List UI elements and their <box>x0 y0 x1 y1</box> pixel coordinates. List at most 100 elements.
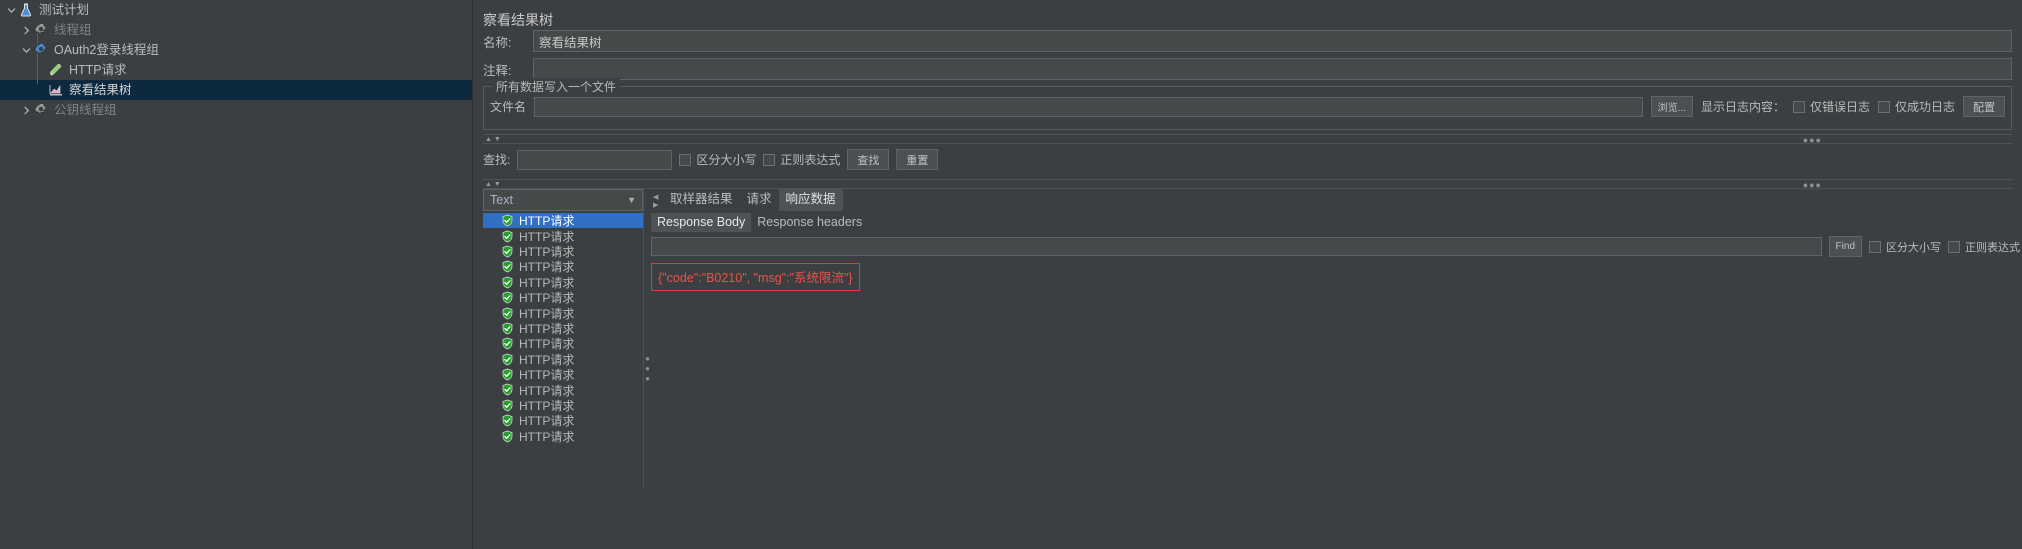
response-find-button[interactable]: Find <box>1828 236 1862 257</box>
name-input[interactable] <box>533 30 2012 52</box>
write-all-data-to-file-group: 所有数据写入一个文件 文件名 浏览... 显示日志内容： 仅错误日志 仅成功日志… <box>483 78 2012 130</box>
checkbox-box-icon[interactable] <box>679 153 692 166</box>
success-only-checkbox[interactable]: 仅成功日志 <box>1877 98 1955 115</box>
result-list-item[interactable]: HTTP请求 <box>483 367 643 382</box>
tree-item-2[interactable]: OAuth2登录线程组 <box>0 40 472 60</box>
result-list-item[interactable]: HTTP请求 <box>483 398 643 413</box>
result-list-item[interactable]: HTTP请求 <box>483 413 643 428</box>
results-right-column: ◀ ▶ 取样器结果 请求 响应数据 Response Body Response hea… <box>651 185 2022 489</box>
splitter-handle-dots-icon[interactable]: ●●● <box>1803 181 1822 190</box>
vertical-splitter[interactable]: ●●● <box>643 189 652 489</box>
search-regex-checkbox[interactable]: 正则表达式 <box>763 151 840 168</box>
test-plan-tree-panel[interactable]: 测试计划线程组 OAuth2登录线程组 HTTP请求 察看结果树公钥线程组 <box>0 0 473 549</box>
result-list-item[interactable]: HTTP请求 <box>483 336 643 351</box>
success-shield-icon <box>501 399 514 412</box>
success-shield-icon <box>501 245 514 258</box>
tab-scroll-arrows-icon[interactable]: ◀ ▶ <box>653 189 663 211</box>
tree-item-1[interactable]: 线程组 <box>0 20 472 40</box>
result-list-item[interactable]: HTTP请求 <box>483 382 643 398</box>
search-case-sensitive-checkbox[interactable]: 区分大小写 <box>679 151 756 168</box>
group-top-border <box>484 86 2011 87</box>
renderer-select[interactable]: Text ▼ <box>483 189 643 211</box>
success-shield-icon <box>501 414 514 427</box>
checkbox-box-icon[interactable] <box>1869 240 1881 253</box>
http-request-icon <box>48 62 66 78</box>
tree-item-0[interactable]: 测试计划 <box>0 0 472 20</box>
result-list-item[interactable]: HTTP请求 <box>483 259 643 274</box>
result-list-item[interactable]: HTTP请求 <box>483 352 643 367</box>
filename-input[interactable] <box>534 96 1643 117</box>
tree-item-label: OAuth2登录线程组 <box>54 42 159 57</box>
checkbox-box-icon[interactable] <box>1948 240 1960 253</box>
configure-button[interactable]: 配置 <box>1963 96 2005 117</box>
results-list[interactable]: HTTP请求 HTTP请求 HTTP请求 HTTP请求 HTTP请求 HTTP请求 HTTP… <box>483 213 643 491</box>
chevron-down-icon[interactable] <box>19 43 33 57</box>
splitter-collapse-arrows-icon[interactable]: ▲▼ <box>485 135 503 144</box>
comment-input[interactable] <box>533 58 2012 80</box>
success-shield-icon <box>501 307 514 320</box>
errors-only-label: 仅错误日志 <box>1809 100 1870 114</box>
thread-group-icon <box>33 22 51 38</box>
checkbox-box-icon[interactable] <box>1877 100 1890 113</box>
group-legend: 所有数据写入一个文件 <box>492 78 621 95</box>
tree-item-label: 公钥线程组 <box>54 102 117 117</box>
response-find-bar: Find 区分大小写 正则表达式 <box>651 236 2020 257</box>
chevron-down-icon[interactable] <box>4 3 18 17</box>
splitter-handle-dots-icon[interactable]: ●●● <box>1803 136 1822 145</box>
response-find-input[interactable] <box>651 237 1822 256</box>
result-list-item[interactable]: HTTP请求 <box>483 213 643 229</box>
response-body-text: {"code":"B0210", "msg":"系统限流"} <box>651 263 860 291</box>
result-list-item[interactable]: HTTP请求 <box>483 428 643 444</box>
browse-button[interactable]: 浏览... <box>1650 96 1693 117</box>
success-shield-icon <box>501 322 514 335</box>
checkbox-box-icon[interactable] <box>1792 100 1805 113</box>
result-list-item[interactable]: HTTP请求 <box>483 228 643 244</box>
splitter-collapse-arrows-icon[interactable]: ▲▼ <box>485 180 503 189</box>
vertical-splitter-handle-dots-icon[interactable]: ●●● <box>643 354 652 384</box>
result-tabs: ◀ ▶ 取样器结果 请求 响应数据 <box>653 185 2020 211</box>
response-subtab-0[interactable]: Response Body <box>651 213 752 232</box>
thread-group-active-icon <box>33 42 51 58</box>
search-case-sensitive-label: 区分大小写 <box>696 153 757 167</box>
success-only-label: 仅成功日志 <box>1894 100 1955 114</box>
result-list-item-label: HTTP请求 <box>519 429 575 444</box>
success-shield-icon <box>501 430 514 443</box>
page-title: 察看结果树 <box>483 12 553 28</box>
result-list-item[interactable]: HTTP请求 <box>483 244 643 259</box>
response-body-area[interactable]: {"code":"B0210", "msg":"系统限流"} <box>651 263 2020 489</box>
find-button[interactable]: 查找 <box>847 149 890 170</box>
lower-splitter[interactable]: ▲▼ ●●● <box>483 179 2012 190</box>
chevron-right-icon[interactable] <box>19 23 33 37</box>
result-list-item[interactable]: HTTP请求 <box>483 305 643 321</box>
search-input[interactable] <box>517 149 673 170</box>
tree-item-label: 察看结果树 <box>69 82 132 97</box>
name-row: 名称: <box>473 30 2022 52</box>
search-bar: 查找: 区分大小写 正则表达式 查找 重置 <box>473 144 2022 175</box>
tree-item-4[interactable]: 察看结果树 <box>0 80 472 100</box>
view-results-tree-panel: 察看结果树 名称: 注释: 所有数据写入一个文件 文件名 浏览... 显示日志内… <box>473 0 2022 549</box>
result-list-item[interactable]: HTTP请求 <box>483 290 643 305</box>
response-subtabs: Response Body Response headers <box>651 211 2020 232</box>
tree-item-label: 测试计划 <box>39 2 90 17</box>
tree-item-label: HTTP请求 <box>69 62 127 77</box>
upper-splitter[interactable]: ▲▼ ●●● <box>483 134 2012 145</box>
tree-item-3[interactable]: HTTP请求 <box>0 60 472 80</box>
checkbox-box-icon[interactable] <box>763 153 776 166</box>
results-left-column: Text ▼ HTTP请求 HTTP请求 HTTP请求 HTTP请求 HTTP请求 HTT… <box>483 189 643 491</box>
log-display-label: 显示日志内容： <box>1700 100 1785 114</box>
success-shield-icon <box>501 383 514 396</box>
search-label: 查找: <box>483 153 511 167</box>
result-list-item[interactable]: HTTP请求 <box>483 321 643 336</box>
result-list-item[interactable]: HTTP请求 <box>483 275 643 290</box>
reset-button[interactable]: 重置 <box>896 149 939 170</box>
response-regex-checkbox[interactable]: 正则表达式 <box>1948 239 2020 255</box>
response-subtab-1[interactable]: Response headers <box>751 213 868 232</box>
chevron-right-icon[interactable] <box>19 103 33 117</box>
success-shield-icon <box>501 368 514 381</box>
success-shield-icon <box>501 291 514 304</box>
chevron-down-icon[interactable]: ▼ <box>627 195 636 205</box>
errors-only-checkbox[interactable]: 仅错误日志 <box>1792 98 1870 115</box>
filename-label: 文件名 <box>490 100 527 114</box>
response-case-sensitive-checkbox[interactable]: 区分大小写 <box>1869 239 1941 255</box>
tree-item-5[interactable]: 公钥线程组 <box>0 100 472 120</box>
